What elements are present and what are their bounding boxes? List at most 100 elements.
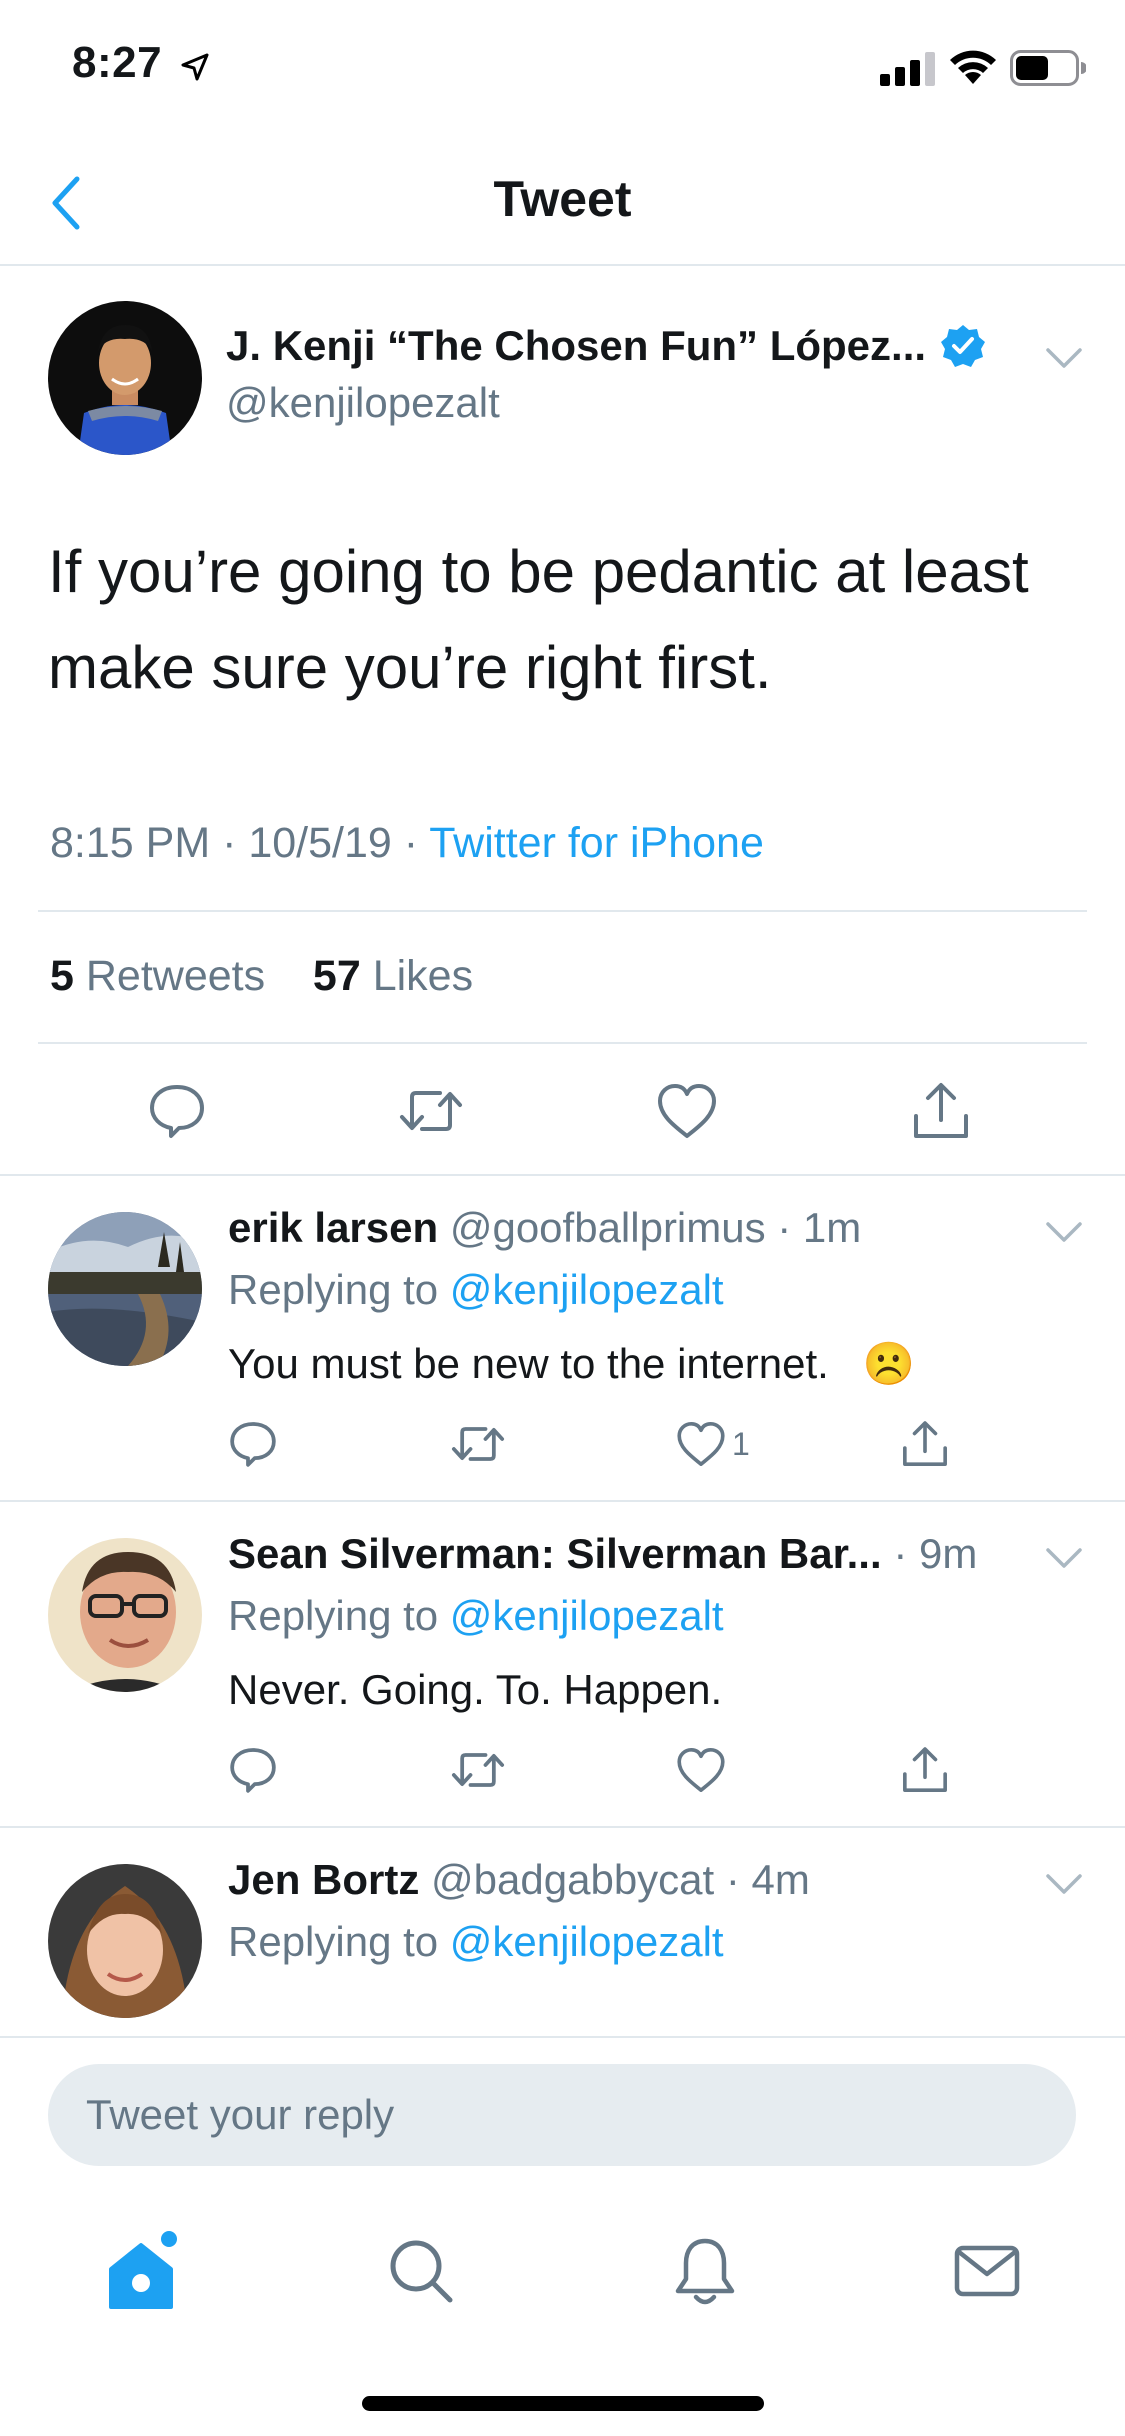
reply-button[interactable]: [144, 1078, 210, 1144]
share-icon: [914, 1083, 968, 1138]
retweets-stat[interactable]: 5 Retweets: [50, 952, 265, 1000]
retweet-icon: [451, 1753, 505, 1787]
home-icon: [109, 2231, 177, 2309]
reply-header: Jen Bortz @badgabbycat · 4m: [228, 1856, 810, 1904]
retweet-button[interactable]: [450, 1414, 506, 1474]
share-button[interactable]: [900, 1414, 950, 1474]
reply-icon: [150, 1085, 204, 1138]
retweet-button[interactable]: [450, 1740, 506, 1800]
retweet-icon: [400, 1091, 462, 1131]
avatar[interactable]: [48, 1538, 202, 1692]
reply-input[interactable]: [48, 2064, 1076, 2166]
status-bar: 8:27: [0, 0, 1125, 140]
likes-label: Likes: [360, 952, 474, 1000]
frowning-face-emoji: ☹️: [862, 1340, 915, 1387]
tweet-timestamp: 8:15 PM · 10/5/19 ·: [50, 819, 430, 867]
avatar-image: [48, 1538, 202, 1692]
replying-prefix: Replying to: [228, 1918, 450, 1965]
avatar-image: [48, 301, 202, 455]
reply-header: Sean Silverman: Silverman Bar... · 9m: [228, 1530, 977, 1578]
retweets-label: Retweets: [73, 952, 266, 1000]
tab-search[interactable]: [376, 2226, 466, 2316]
chevron-down-icon[interactable]: [1044, 346, 1084, 370]
location-arrow-icon: [181, 53, 209, 81]
author-handle[interactable]: @kenjilopezalt: [226, 379, 500, 427]
list-item[interactable]: erik larsen @goofballprimus · 1m Replyin…: [0, 1174, 1125, 1500]
tweet-text: If you’re going to be pedantic at least …: [48, 538, 1029, 701]
replying-prefix: Replying to: [228, 1266, 450, 1313]
replying-to: Replying to @kenjilopezalt: [228, 1918, 724, 1966]
share-icon: [903, 1421, 947, 1466]
divider: [38, 910, 1087, 912]
tweet-meta: 8:15 PM · 10/5/19 · Twitter for iPhone: [50, 819, 764, 868]
home-indicator[interactable]: [362, 2396, 764, 2411]
share-button[interactable]: [908, 1078, 974, 1144]
status-time: 8:27: [72, 38, 163, 87]
share-button[interactable]: [900, 1740, 950, 1800]
reply-actions: [0, 1740, 1125, 1810]
replying-mention-link[interactable]: @kenjilopezalt: [450, 1918, 724, 1965]
tab-messages[interactable]: [942, 2226, 1032, 2316]
reply-icon: [230, 1748, 276, 1793]
like-button[interactable]: [654, 1078, 720, 1144]
share-icon: [903, 1747, 947, 1792]
replying-to: Replying to @kenjilopezalt: [228, 1266, 724, 1314]
likes-count: 57: [312, 952, 361, 1000]
tweet-source-link[interactable]: Twitter for iPhone: [429, 819, 764, 867]
chevron-down-icon[interactable]: [1044, 1872, 1084, 1896]
tab-home[interactable]: [96, 2226, 186, 2316]
reply-text-body: You must be new to the internet.: [228, 1340, 829, 1387]
like-icon: [677, 1422, 725, 1466]
reply-actions: 1: [0, 1414, 1125, 1484]
tab-notifications[interactable]: [660, 2226, 750, 2316]
avatar[interactable]: [48, 301, 202, 455]
like-icon: [677, 1748, 725, 1792]
replying-to: Replying to @kenjilopezalt: [228, 1592, 724, 1640]
reply-meta: · 9m: [881, 1530, 978, 1577]
chevron-down-icon[interactable]: [1044, 1220, 1084, 1244]
page-title: Tweet: [493, 171, 632, 227]
list-item[interactable]: Sean Silverman: Silverman Bar... · 9m Re…: [0, 1500, 1125, 1826]
compose-bar: [0, 2036, 1125, 2176]
reply-author-name[interactable]: Jen Bortz: [228, 1856, 419, 1903]
reply-header: erik larsen @goofballprimus · 1m: [228, 1204, 861, 1252]
reply-button[interactable]: [228, 1740, 278, 1800]
reply-icon: [230, 1422, 276, 1467]
tweet-stats: 5 Retweets 57 Likes: [50, 952, 473, 1001]
reply-text: You must be new to the internet. ☹️: [228, 1340, 915, 1389]
tweet-actions: [0, 1066, 1125, 1166]
cellular-signal-icon: [880, 52, 935, 86]
verified-badge-icon: [941, 325, 986, 367]
battery-icon: [1010, 50, 1086, 86]
avatar[interactable]: [48, 1864, 202, 2018]
wifi-icon: [950, 50, 996, 84]
avatar-image: [48, 1864, 202, 2018]
reply-author-name[interactable]: erik larsen: [228, 1204, 438, 1251]
reply-meta: @badgabbycat · 4m: [419, 1856, 810, 1903]
reply-button[interactable]: [228, 1414, 278, 1474]
reply-meta: @goofballprimus · 1m: [438, 1204, 862, 1251]
reply-author-name[interactable]: Sean Silverman: Silverman Bar...: [228, 1530, 882, 1577]
messages-icon: [954, 2245, 1020, 2297]
nav-bar: Tweet: [0, 140, 1125, 266]
avatar[interactable]: [48, 1212, 202, 1366]
list-item[interactable]: Jen Bortz @badgabbycat · 4m Replying to …: [0, 1826, 1125, 2036]
like-icon: [658, 1084, 716, 1138]
compose-field[interactable]: [48, 2064, 1076, 2166]
retweet-icon: [451, 1427, 505, 1461]
replying-mention-link[interactable]: @kenjilopezalt: [450, 1592, 724, 1639]
search-icon: [390, 2240, 453, 2303]
notifications-icon: [675, 2238, 735, 2305]
chevron-down-icon[interactable]: [1044, 1546, 1084, 1570]
like-button[interactable]: 1: [676, 1414, 750, 1474]
like-button[interactable]: [676, 1740, 726, 1800]
author-name[interactable]: J. Kenji “The Chosen Fun” López...: [226, 322, 926, 370]
retweet-button[interactable]: [398, 1078, 464, 1144]
author-row[interactable]: J. Kenji “The Chosen Fun” López...: [226, 322, 986, 370]
reply-text: Never. Going. To. Happen.: [228, 1666, 723, 1713]
retweets-count: 5: [50, 952, 74, 1000]
divider: [38, 1042, 1087, 1044]
replying-mention-link[interactable]: @kenjilopezalt: [450, 1266, 724, 1313]
like-count: 1: [732, 1425, 750, 1462]
likes-stat[interactable]: 57 Likes: [313, 952, 473, 1000]
